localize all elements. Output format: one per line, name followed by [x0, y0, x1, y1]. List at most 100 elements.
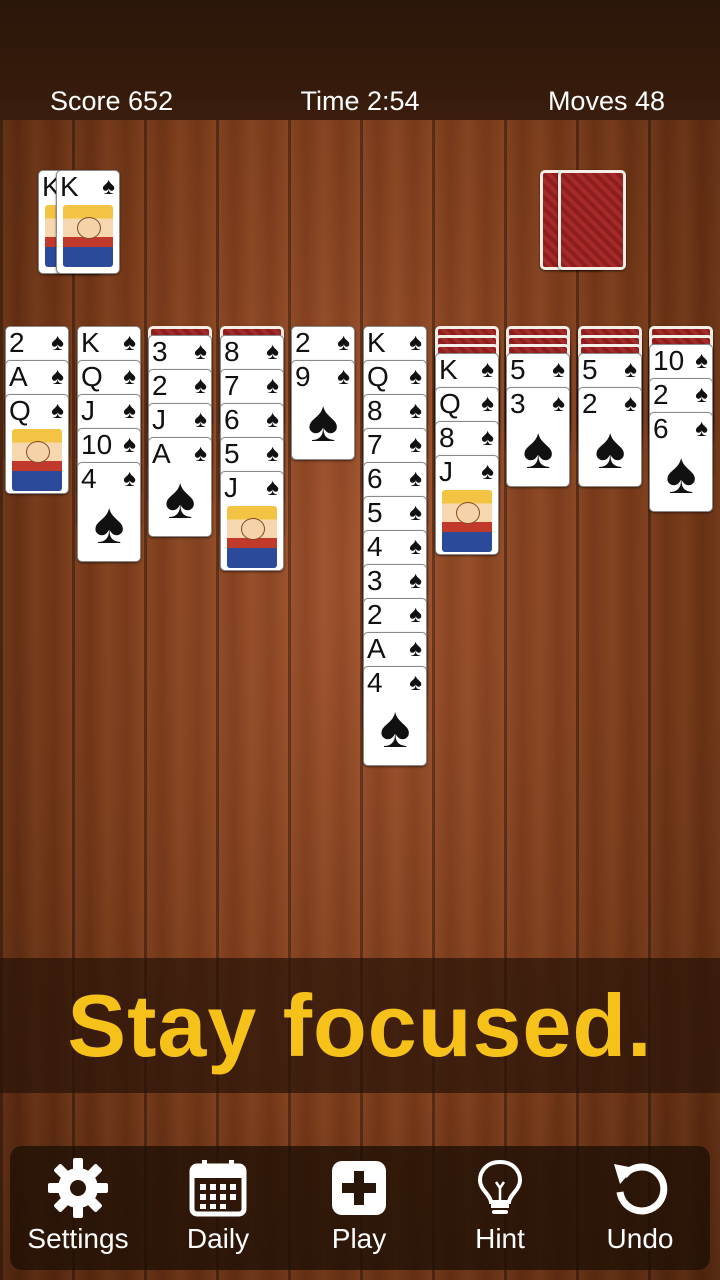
spade-suit-icon: ♠	[481, 390, 494, 417]
tableau-card[interactable]: A ♠ ♠	[148, 437, 212, 537]
settings-label: Settings	[27, 1223, 129, 1254]
spade-suit-icon: ♠	[624, 390, 637, 417]
spade-suit-icon: ♠	[409, 329, 422, 356]
play-button[interactable]: Play	[289, 1150, 429, 1262]
tableau-card[interactable]: 6 ♠ ♠	[649, 412, 713, 512]
card-rank: 2	[152, 370, 168, 401]
spade-suit-icon: ♠	[695, 347, 708, 374]
card-rank: K	[81, 327, 100, 358]
spade-suit-icon: ♠	[266, 372, 279, 399]
spade-suit-icon: ♠	[695, 415, 708, 442]
card-rank: 5	[510, 354, 526, 385]
spade-suit-icon: ♠	[409, 533, 422, 560]
card-rank: 7	[367, 429, 383, 460]
spade-suit-icon: ♠	[51, 397, 64, 424]
spade-suit-icon: ♠	[409, 431, 422, 458]
large-spade-icon: ♠	[379, 695, 411, 760]
large-spade-icon: ♠	[594, 416, 626, 481]
spade-suit-icon: ♠	[409, 397, 422, 424]
spade-suit-icon: ♠	[552, 356, 565, 383]
card-rank: J	[439, 456, 453, 487]
lightbulb-icon	[477, 1159, 523, 1214]
large-spade-icon: ♠	[307, 389, 339, 454]
card-rank: Q	[439, 388, 461, 419]
card-rank: 3	[367, 565, 383, 596]
spade-suit-icon: ♠	[409, 499, 422, 526]
gear-icon	[48, 1158, 108, 1218]
tableau-card[interactable]: 4 ♠ ♠	[77, 462, 141, 562]
king-figure-icon	[63, 205, 113, 267]
spade-suit-icon: ♠	[266, 474, 279, 501]
spade-suit-icon: ♠	[409, 669, 422, 696]
hint-button[interactable]: Hint	[430, 1150, 570, 1262]
spade-suit-icon: ♠	[481, 424, 494, 451]
card-rank: Q	[367, 361, 389, 392]
card-rank: 6	[367, 463, 383, 494]
spade-suit-icon: ♠	[409, 465, 422, 492]
large-spade-icon: ♠	[522, 416, 554, 481]
undo-icon	[614, 1163, 668, 1215]
card-rank: 2	[367, 599, 383, 630]
spade-suit-icon: ♠	[409, 635, 422, 662]
spade-suit-icon: ♠	[123, 397, 136, 424]
tableau-card[interactable]: 4 ♠ ♠	[363, 666, 427, 766]
banner-headline: Stay focused.	[67, 976, 653, 1075]
play-label: Play	[331, 1223, 387, 1254]
card-rank: K	[367, 327, 386, 358]
spade-suit-icon: ♠	[194, 440, 207, 467]
card-rank: 7	[224, 370, 240, 401]
spade-suit-icon: ♠	[51, 363, 64, 390]
tableau-card[interactable]: J ♠	[435, 455, 499, 555]
card-rank: K	[60, 171, 79, 202]
settings-button[interactable]: Settings	[8, 1150, 148, 1262]
large-spade-icon: ♠	[665, 441, 697, 506]
card-rank: J	[81, 395, 95, 426]
spade-suit-icon: ♠	[123, 363, 136, 390]
tableau-card[interactable]: Q ♠	[5, 394, 69, 494]
spade-suit-icon: ♠	[102, 173, 115, 200]
tableau-card[interactable]: 2 ♠ ♠	[578, 387, 642, 487]
undo-button[interactable]: Undo	[570, 1150, 710, 1262]
tableau-card[interactable]: J ♠	[220, 471, 284, 571]
court-figure-icon	[227, 506, 277, 568]
card-rank: Q	[9, 395, 31, 426]
court-figure-icon	[12, 429, 62, 491]
card-rank: 10	[81, 429, 113, 460]
spade-suit-icon: ♠	[552, 390, 565, 417]
card-rank: K	[439, 354, 458, 385]
spade-suit-icon: ♠	[266, 440, 279, 467]
calendar-icon	[189, 1160, 247, 1217]
spade-suit-icon: ♠	[409, 567, 422, 594]
card-rank: 3	[152, 336, 168, 367]
card-rank: 6	[224, 404, 240, 435]
card-rank: J	[224, 472, 238, 503]
spade-suit-icon: ♠	[194, 372, 207, 399]
card-rank: 8	[439, 422, 455, 453]
stock-pile-top-card[interactable]	[558, 170, 626, 270]
card-rank: 2	[653, 379, 669, 410]
daily-label: Daily	[186, 1223, 250, 1254]
spade-suit-icon: ♠	[695, 381, 708, 408]
plus-icon	[332, 1161, 386, 1215]
spade-suit-icon: ♠	[194, 406, 207, 433]
card-rank: 5	[224, 438, 240, 469]
undo-label: Undo	[606, 1223, 674, 1254]
spade-suit-icon: ♠	[266, 406, 279, 433]
spade-suit-icon: ♠	[337, 363, 350, 390]
card-rank: J	[152, 404, 166, 435]
daily-button[interactable]: Daily	[148, 1150, 288, 1262]
hint-label: Hint	[475, 1223, 525, 1254]
card-rank: 10	[653, 345, 685, 376]
spade-suit-icon: ♠	[409, 601, 422, 628]
spade-suit-icon: ♠	[481, 356, 494, 383]
card-rank: Q	[81, 361, 103, 392]
court-figure-icon	[442, 490, 492, 552]
card-rank: 8	[367, 395, 383, 426]
tableau-card[interactable]: 9 ♠ ♠	[291, 360, 355, 460]
card-rank: 5	[367, 497, 383, 528]
spade-suit-icon: ♠	[624, 356, 637, 383]
spade-suit-icon: ♠	[337, 329, 350, 356]
spade-suit-icon: ♠	[266, 338, 279, 365]
tableau-card[interactable]: 3 ♠ ♠	[506, 387, 570, 487]
spade-suit-icon: ♠	[481, 458, 494, 485]
